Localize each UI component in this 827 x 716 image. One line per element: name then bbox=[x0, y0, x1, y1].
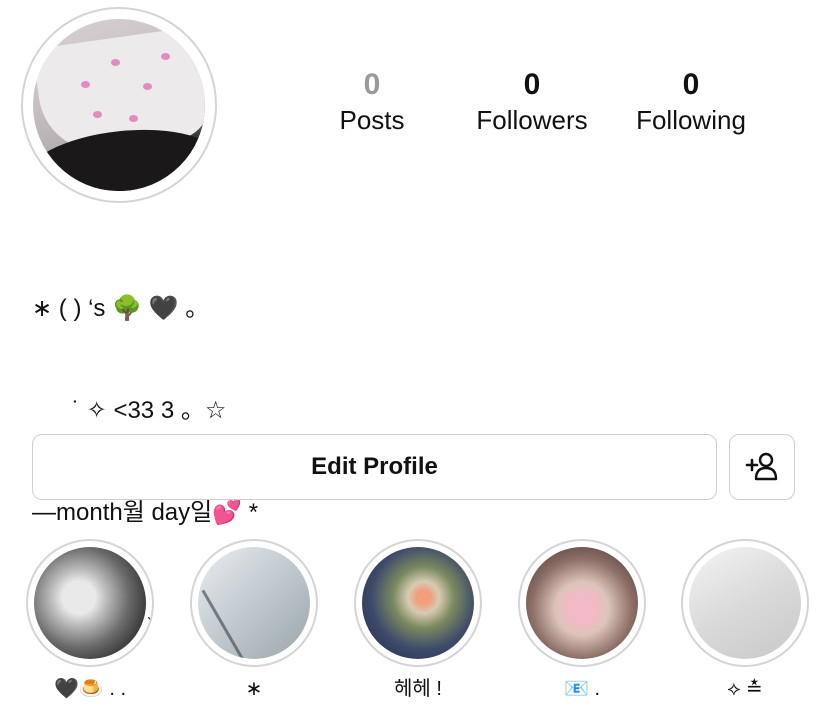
highlight-label: 헤헤 ! bbox=[394, 678, 442, 700]
edit-profile-button[interactable]: Edit Profile bbox=[32, 434, 717, 500]
highlight-image bbox=[526, 547, 638, 659]
posts-count: 0 bbox=[363, 68, 381, 101]
bio-line: ˙ ✧ <33 3 。☆ bbox=[32, 397, 227, 424]
avatar-image bbox=[33, 19, 205, 191]
bio-line: —month월 day일💕 * bbox=[32, 499, 259, 526]
stat-followers[interactable]: 0 Followers bbox=[467, 66, 597, 136]
highlight-image bbox=[198, 547, 310, 659]
highlight-5[interactable]: ⟡ ≛ bbox=[680, 539, 810, 701]
stat-following[interactable]: 0 Following bbox=[626, 66, 756, 136]
following-count: 0 bbox=[682, 68, 700, 101]
bio-line: ∗ ( ) ‘s 🌳 🖤 。 bbox=[32, 295, 210, 322]
highlight-label: ∗ bbox=[245, 678, 263, 700]
add-person-button[interactable] bbox=[729, 434, 795, 500]
highlight-label: ⟡ ≛ bbox=[727, 678, 763, 700]
add-person-icon bbox=[745, 452, 778, 481]
highlight-1[interactable]: 🖤🍮 . . bbox=[25, 539, 155, 701]
following-label: Following bbox=[636, 105, 746, 135]
profile-avatar[interactable] bbox=[21, 7, 217, 203]
highlight-label: 📧 . bbox=[563, 678, 600, 700]
highlight-2[interactable]: ∗ bbox=[189, 539, 319, 701]
highlight-4[interactable]: 📧 . bbox=[517, 539, 647, 701]
highlight-label: 🖤🍮 . . bbox=[53, 678, 127, 700]
followers-label: Followers bbox=[476, 105, 588, 135]
highlight-image bbox=[362, 547, 474, 659]
highlight-image bbox=[34, 547, 146, 659]
followers-count: 0 bbox=[523, 68, 541, 101]
highlight-image bbox=[689, 547, 801, 659]
stat-posts[interactable]: 0 Posts bbox=[312, 66, 432, 136]
posts-label: Posts bbox=[339, 105, 405, 135]
highlight-3[interactable]: 헤헤 ! bbox=[353, 539, 483, 701]
